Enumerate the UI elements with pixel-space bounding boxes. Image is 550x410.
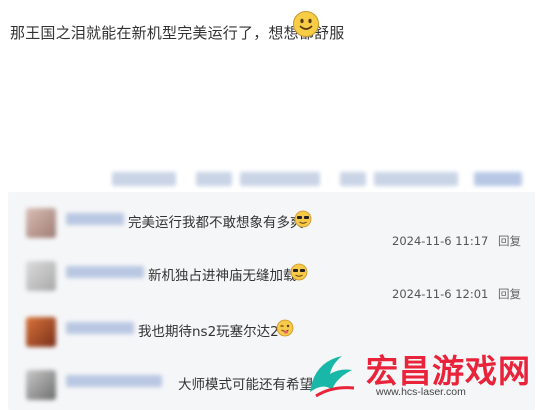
reply-button[interactable]: 回复 xyxy=(498,234,521,248)
sunglasses-emoji-icon xyxy=(294,210,312,228)
reply-item: 完美运行我都不敢想象有多爽 2024-11-6 11:17 回复 xyxy=(8,196,535,248)
blurred-username[interactable] xyxy=(66,266,144,278)
watermark-logo-icon xyxy=(310,356,355,398)
reply-text: 我也期待ns2玩塞尔达2 xyxy=(138,324,279,340)
watermark: 宏昌游戏网 www.hcs-laser.com xyxy=(300,340,550,410)
blurred-action[interactable] xyxy=(474,172,522,186)
reply-timestamp: 2024-11-6 12:01 xyxy=(392,287,489,301)
reply-meta: 2024-11-6 11:17 回复 xyxy=(392,233,521,249)
blurred-username[interactable] xyxy=(66,213,124,225)
avatar[interactable] xyxy=(26,261,56,291)
sunglasses-emoji-icon xyxy=(290,263,308,281)
avatar[interactable] xyxy=(26,317,56,347)
blurred-meta xyxy=(240,172,320,186)
avatar[interactable] xyxy=(26,370,56,400)
reply-text: 大师模式可能还有希望 xyxy=(178,377,313,393)
blurred-meta xyxy=(374,172,458,186)
blurred-meta xyxy=(112,172,176,186)
wink-tongue-emoji-icon xyxy=(276,319,294,337)
reply-item: 新机独占进神庙无缝加载 2024-11-6 12:01 回复 xyxy=(8,249,535,301)
blurred-meta xyxy=(196,172,232,186)
smile-emoji-icon xyxy=(293,11,319,37)
blurred-meta xyxy=(340,172,366,186)
reply-button[interactable]: 回复 xyxy=(498,287,521,301)
reply-text: 完美运行我都不敢想象有多爽 xyxy=(128,215,304,231)
reply-text: 新机独占进神庙无缝加载 xyxy=(148,268,297,284)
blurred-username[interactable] xyxy=(66,375,162,387)
avatar[interactable] xyxy=(26,208,56,238)
watermark-url: www.hcs-laser.com xyxy=(376,386,466,398)
reply-meta: 2024-11-6 12:01 回复 xyxy=(392,286,521,302)
reply-timestamp: 2024-11-6 11:17 xyxy=(392,234,489,248)
blurred-username[interactable] xyxy=(66,322,134,334)
